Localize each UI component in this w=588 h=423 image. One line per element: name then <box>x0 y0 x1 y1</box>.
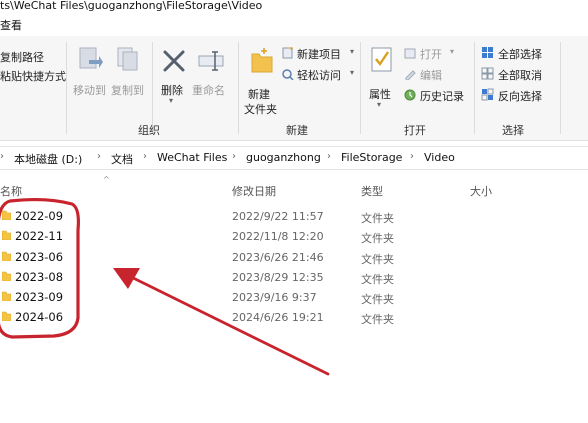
chevron-down-icon: ▾ <box>350 68 355 77</box>
divider <box>360 42 361 134</box>
invert-selection-label: 反向选择 <box>498 90 542 103</box>
invert-selection-icon <box>481 88 494 101</box>
open-group-label: 打开 <box>404 124 426 137</box>
edit-label: 编辑 <box>420 69 442 82</box>
delete-x-icon <box>163 50 185 72</box>
folder-icon <box>2 311 11 321</box>
breadcrumb-drive[interactable]: 本地磁盘 (D:) <box>14 151 82 167</box>
select-all-icon <box>482 47 493 58</box>
open-icon <box>404 48 416 59</box>
properties-checklist-icon <box>371 47 392 72</box>
folder-icon <box>2 251 11 261</box>
edit-pencil-icon <box>405 70 416 80</box>
organize-group-label: 组织 <box>138 124 160 137</box>
file-name: 2022-09 <box>15 209 64 223</box>
file-name: 2023-06 <box>15 250 64 264</box>
file-type: 文件夹 <box>361 253 394 266</box>
chevron-down-icon: ▾ <box>169 96 174 105</box>
chevron-down-icon: ▾ <box>377 100 382 109</box>
file-name: 2023-08 <box>15 270 64 284</box>
divider <box>66 42 67 134</box>
new-folder-icon <box>251 48 273 73</box>
folder-icon <box>2 210 11 220</box>
breadcrumb-wechat-files[interactable]: WeChat Files <box>157 151 227 164</box>
breadcrumb-video[interactable]: Video <box>424 151 455 164</box>
rename-icon <box>198 51 224 71</box>
file-name: 2023-09 <box>15 290 64 304</box>
new-group-label: 新建 <box>286 124 308 137</box>
history-label: 历史记录 <box>420 90 464 103</box>
new-folder-label-line2: 文件夹 <box>244 103 277 116</box>
easy-access-label: 轻松访问 <box>297 69 341 82</box>
new-folder-label-line1: 新建 <box>248 88 270 101</box>
delete-button[interactable]: 删除 ▾ <box>158 44 188 105</box>
paste-shortcut-label: 粘贴快捷方式 <box>0 70 66 83</box>
chevron-right-icon: › <box>97 151 101 162</box>
open-label: 打开 <box>420 48 442 61</box>
divider <box>560 42 561 134</box>
chevron-right-icon: › <box>143 151 147 162</box>
chevron-right-icon: › <box>410 151 414 162</box>
address-bar[interactable]: › 本地磁盘 (D:) › 文档 › WeChat Files › guogan… <box>0 146 588 170</box>
column-header-modified[interactable]: 修改日期 <box>232 183 276 199</box>
easy-access-icon <box>282 69 294 80</box>
file-modified: 2023/6/26 21:46 <box>232 251 324 264</box>
chevron-right-icon: › <box>0 151 4 162</box>
copy-path-label: 复制路径 <box>0 51 44 64</box>
file-name: 2024-06 <box>15 310 64 324</box>
file-modified: 2024/6/26 19:21 <box>232 311 324 324</box>
file-type: 文件夹 <box>361 293 394 306</box>
file-type: 文件夹 <box>361 212 394 225</box>
rename-button[interactable]: 重命名 <box>192 44 232 104</box>
file-modified: 2023/8/29 12:35 <box>232 271 324 284</box>
chevron-down-icon: ▾ <box>450 47 455 56</box>
chevron-down-icon: ▾ <box>350 47 355 56</box>
select-all-label: 全部选择 <box>498 48 542 61</box>
file-type: 文件夹 <box>361 232 394 245</box>
new-item-icon <box>282 47 293 59</box>
move-to-button[interactable]: 移动到 <box>72 44 108 104</box>
column-header-type[interactable]: 类型 <box>361 183 383 199</box>
new-item-label: 新建项目 <box>297 48 341 61</box>
select-group-label: 选择 <box>502 124 524 137</box>
folder-icon <box>2 271 11 281</box>
column-header-name[interactable]: 名称 <box>0 183 22 199</box>
divider <box>474 42 475 134</box>
move-to-label: 移动到 <box>73 84 106 97</box>
folder-icon <box>2 230 11 240</box>
window-title: ts\WeChat Files\guoganzhong\FileStorage\… <box>0 0 263 12</box>
select-none-icon <box>481 67 494 80</box>
breadcrumb-filestorage[interactable]: FileStorage <box>341 151 402 164</box>
copy-path-button[interactable]: 复制路径 <box>0 49 44 65</box>
rename-label: 重命名 <box>192 84 225 97</box>
copy-to-button[interactable]: 复制到 <box>110 44 146 104</box>
history-icon <box>404 89 416 101</box>
file-name: 2022-11 <box>15 229 64 243</box>
folder-icon <box>2 291 11 301</box>
file-type: 文件夹 <box>361 313 394 326</box>
copy-to-label: 复制到 <box>111 84 144 97</box>
sort-ascending-icon: ^ <box>103 175 110 184</box>
chevron-right-icon: › <box>232 151 236 162</box>
divider <box>152 42 153 134</box>
breadcrumb-user[interactable]: guoganzhong <box>246 151 321 164</box>
ribbon: 复制路径 粘贴快捷方式 移动到 复制到 删除 ▾ 重命名 组织 新建 文件夹 新… <box>0 36 588 141</box>
chevron-right-icon: › <box>327 151 331 162</box>
breadcrumb-documents[interactable]: 文档 <box>111 151 133 167</box>
annotation-arrow-head-icon <box>113 268 140 289</box>
paste-shortcut-button[interactable]: 粘贴快捷方式 <box>0 68 66 84</box>
copy-to-icon <box>117 47 138 71</box>
properties-button[interactable]: 属性 ▾ <box>366 44 398 109</box>
file-modified: 2023/9/16 9:37 <box>232 291 317 304</box>
menu-tab-view[interactable]: 查看 <box>0 17 22 33</box>
divider <box>238 42 239 134</box>
column-header-size[interactable]: 大小 <box>470 183 492 199</box>
select-none-label: 全部取消 <box>498 69 542 82</box>
file-modified: 2022/11/8 12:20 <box>232 230 324 243</box>
file-type: 文件夹 <box>361 273 394 286</box>
new-folder-button[interactable]: 新建 文件夹 <box>244 44 278 116</box>
file-modified: 2022/9/22 11:57 <box>232 210 324 223</box>
move-to-icon <box>79 47 103 69</box>
